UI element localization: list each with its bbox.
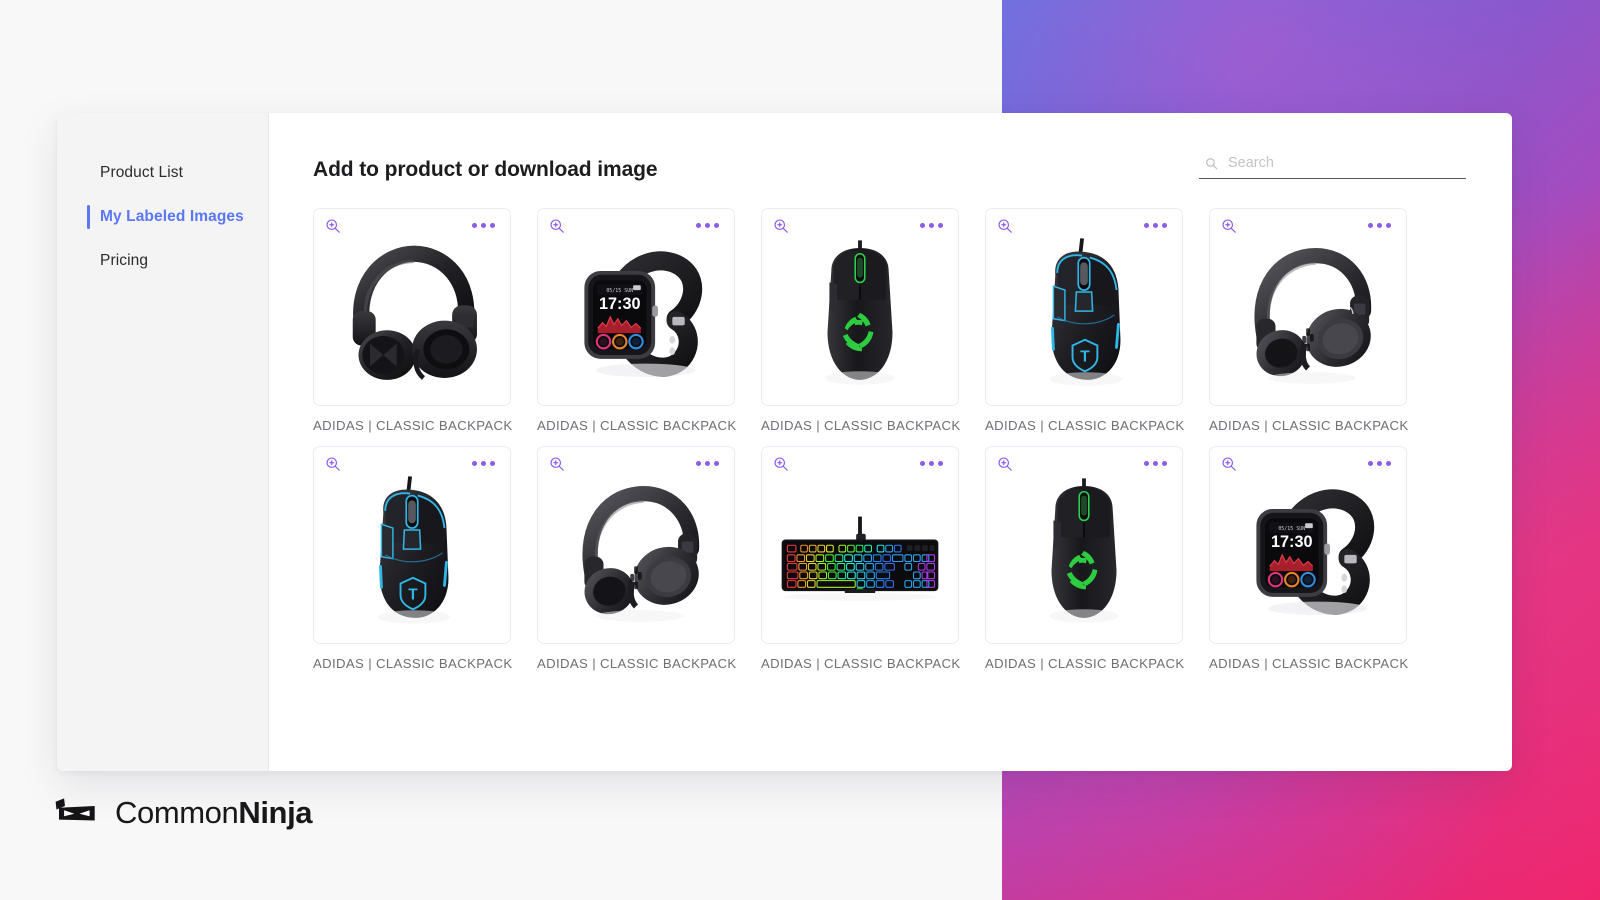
- svg-text:17:30: 17:30: [599, 295, 641, 313]
- image-card[interactable]: T ADIDAS | CLASSIC BACKPACK: [313, 446, 513, 671]
- more-options-icon[interactable]: [917, 220, 946, 231]
- ninja-mask-icon: [55, 798, 95, 821]
- logo-word-common: Common: [115, 794, 239, 830]
- active-indicator: [87, 205, 90, 229]
- image-card-thumb[interactable]: [761, 208, 959, 406]
- image-card-thumb[interactable]: [1209, 208, 1407, 406]
- image-card-label: ADIDAS | CLASSIC BACKPACK: [313, 418, 513, 433]
- image-card-label: ADIDAS | CLASSIC BACKPACK: [537, 418, 737, 433]
- image-card-thumb[interactable]: T: [313, 446, 511, 644]
- image-card-thumb[interactable]: 05/15 SUN 17:30: [1209, 446, 1407, 644]
- image-card-thumb[interactable]: T: [985, 208, 1183, 406]
- product-image-gaming-mouse-green: [774, 231, 946, 395]
- main-content: Add to product or download image Search …: [269, 113, 1512, 771]
- image-card-label: ADIDAS | CLASSIC BACKPACK: [985, 418, 1185, 433]
- product-image-headphones-nc: [1222, 231, 1394, 395]
- main-header: Add to product or download image: [313, 155, 1466, 182]
- product-image-smartwatch: 05/15 SUN 17:30: [550, 231, 722, 395]
- image-card[interactable]: 05/15 SUN 17:30 ADIDAS | CLASSIC BACKPAC…: [1209, 446, 1409, 671]
- more-options-icon[interactable]: [469, 458, 498, 469]
- more-options-icon[interactable]: [1141, 458, 1170, 469]
- image-card-label: ADIDAS | CLASSIC BACKPACK: [313, 656, 513, 671]
- more-options-icon[interactable]: [1365, 220, 1394, 231]
- image-card-label: ADIDAS | CLASSIC BACKPACK: [537, 656, 737, 671]
- image-card[interactable]: ADIDAS | CLASSIC BACKPACK: [985, 446, 1185, 671]
- image-card-label: ADIDAS | CLASSIC BACKPACK: [985, 656, 1185, 671]
- image-card[interactable]: 05/15 SUN 17:30 ADIDAS | CLASSIC BACKPAC…: [537, 208, 737, 433]
- image-card-label: ADIDAS | CLASSIC BACKPACK: [761, 418, 961, 433]
- active-indicator: [87, 161, 90, 185]
- sidebar-item-pricing[interactable]: Pricing: [57, 239, 268, 283]
- more-options-icon[interactable]: [1365, 458, 1394, 469]
- svg-text:T: T: [1080, 349, 1090, 366]
- image-card-thumb[interactable]: [313, 208, 511, 406]
- image-card-label: ADIDAS | CLASSIC BACKPACK: [1209, 656, 1409, 671]
- brand-logo: CommonNinja: [50, 794, 313, 830]
- image-card[interactable]: ADIDAS | CLASSIC BACKPACK: [537, 446, 737, 671]
- page-title: Add to product or download image: [313, 158, 658, 181]
- search-input[interactable]: [1228, 155, 1462, 171]
- image-card[interactable]: ADIDAS | CLASSIC BACKPACK: [313, 208, 513, 433]
- more-options-icon[interactable]: [693, 220, 722, 231]
- svg-text:T: T: [408, 587, 418, 604]
- sidebar-item-my-labeled-images[interactable]: My Labeled Images: [57, 195, 268, 239]
- sidebar-item-label: My Labeled Images: [100, 208, 244, 225]
- sidebar-item-label: Pricing: [100, 252, 149, 269]
- image-card-thumb[interactable]: [761, 446, 959, 644]
- app-window: Product List My Labeled Images Pricing A…: [57, 113, 1512, 771]
- image-grid: ADIDAS | CLASSIC BACKPACK 05/15 SUN 17:3…: [313, 208, 1466, 671]
- image-card[interactable]: ADIDAS | CLASSIC BACKPACK: [1209, 208, 1409, 433]
- app-root: Product List My Labeled Images Pricing A…: [0, 0, 1600, 900]
- sidebar: Product List My Labeled Images Pricing: [57, 113, 269, 771]
- svg-text:05/15 SUN: 05/15 SUN: [1278, 526, 1305, 532]
- brand-logo-text: CommonNinja: [115, 794, 313, 830]
- sidebar-item-label: Product List: [100, 164, 184, 181]
- active-indicator: [87, 249, 90, 273]
- search-icon: [1206, 157, 1218, 169]
- svg-text:05/15 SUN: 05/15 SUN: [606, 288, 633, 294]
- product-image-smartwatch: 05/15 SUN 17:30: [1222, 469, 1394, 633]
- svg-text:17:30: 17:30: [1271, 533, 1313, 551]
- more-options-icon[interactable]: [1141, 220, 1170, 231]
- search-bar[interactable]: [1199, 155, 1466, 179]
- product-image-headphones: [326, 231, 498, 395]
- logo-word-ninja: Ninja: [238, 794, 313, 830]
- image-card[interactable]: ADIDAS | CLASSIC BACKPACK: [761, 446, 961, 671]
- image-card-label: ADIDAS | CLASSIC BACKPACK: [1209, 418, 1409, 433]
- more-options-icon[interactable]: [469, 220, 498, 231]
- more-options-icon[interactable]: [693, 458, 722, 469]
- product-image-headphones-nc: [550, 469, 722, 633]
- image-card-thumb[interactable]: [985, 446, 1183, 644]
- product-image-gaming-mouse-blue: T: [998, 231, 1170, 395]
- more-options-icon[interactable]: [917, 458, 946, 469]
- product-image-gaming-mouse-blue: T: [326, 469, 498, 633]
- image-card[interactable]: ADIDAS | CLASSIC BACKPACK: [761, 208, 961, 433]
- image-card[interactable]: T ADIDAS | CLASSIC BACKPACK: [985, 208, 1185, 433]
- image-card-thumb[interactable]: 05/15 SUN 17:30: [537, 208, 735, 406]
- sidebar-item-product-list[interactable]: Product List: [57, 151, 268, 195]
- product-image-gaming-mouse-green: [998, 469, 1170, 633]
- image-card-label: ADIDAS | CLASSIC BACKPACK: [761, 656, 961, 671]
- image-card-thumb[interactable]: [537, 446, 735, 644]
- product-image-rgb-keyboard: [774, 469, 946, 633]
